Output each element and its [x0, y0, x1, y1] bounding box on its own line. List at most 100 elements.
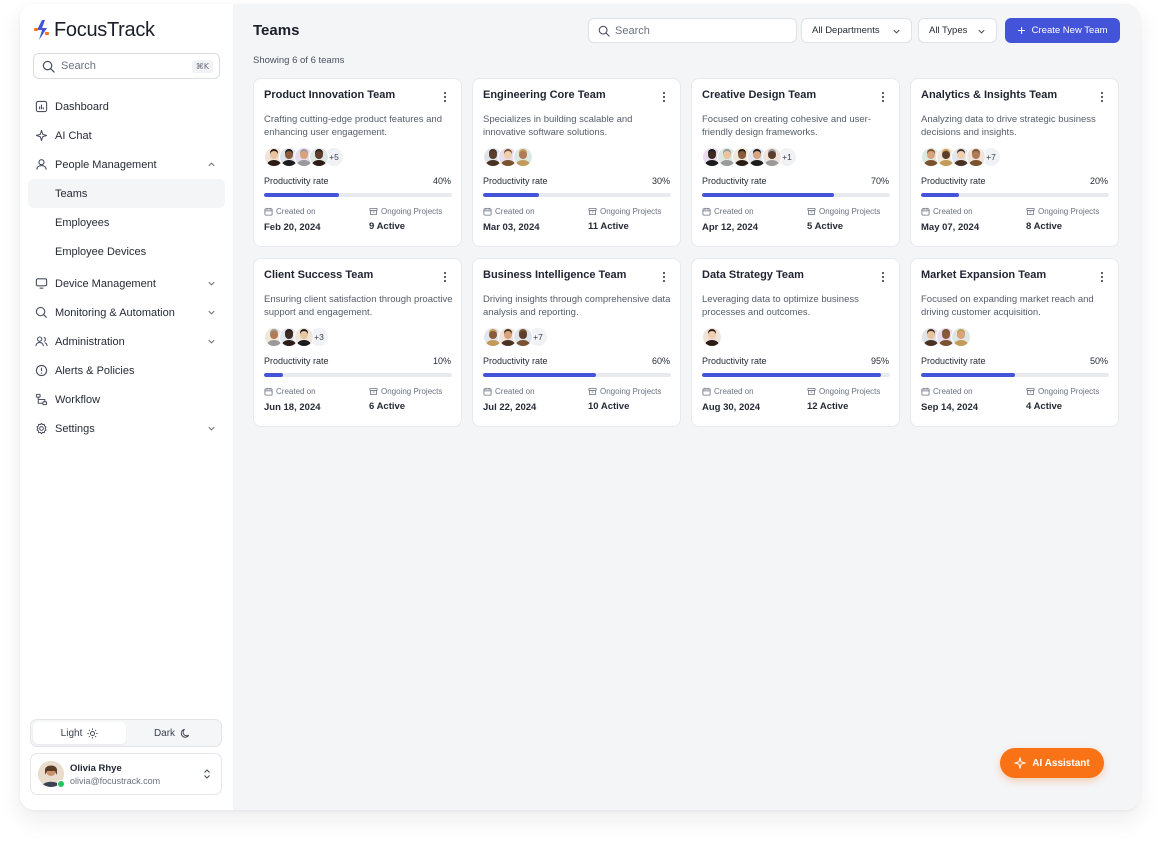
more-vertical-icon[interactable] — [877, 270, 889, 284]
member-avatar — [513, 327, 533, 347]
team-name: Business Intelligence Team — [483, 269, 627, 281]
member-avatars — [702, 326, 722, 348]
more-vertical-icon[interactable] — [658, 90, 670, 104]
sidebar-item-people-management[interactable]: People Management — [28, 150, 225, 179]
theme-dark-button[interactable]: Dark — [126, 722, 219, 744]
team-name: Client Success Team — [264, 269, 374, 281]
archive-icon — [588, 207, 597, 216]
sidebar-item-settings[interactable]: Settings — [28, 414, 225, 443]
productivity-value: 20% — [1089, 176, 1108, 186]
results-count: Showing 6 of 6 teams — [253, 55, 345, 66]
type-filter-dropdown[interactable]: All Types — [918, 18, 997, 43]
sidebar-subitem-employees[interactable]: Employees — [28, 208, 225, 237]
user-account-switcher[interactable]: Olivia Rhye olivia@focustrack.com — [30, 753, 222, 795]
projects-label: Ongoing Projects — [1038, 387, 1100, 396]
team-card[interactable]: Business Intelligence Team Driving insigh… — [472, 258, 681, 427]
sparkle-icon — [1014, 757, 1027, 769]
archive-icon — [1026, 207, 1035, 216]
team-card[interactable]: Analytics & Insights Team Analyzing data … — [910, 78, 1119, 247]
more-vertical-icon[interactable] — [439, 90, 451, 104]
more-vertical-icon[interactable] — [877, 90, 889, 104]
ongoing-projects: 10 Active — [588, 401, 630, 412]
team-card[interactable]: Engineering Core Team Specializes in buil… — [472, 78, 681, 247]
created-label: Created on — [933, 207, 973, 216]
sidebar-subitem-label: Teams — [55, 187, 88, 200]
productivity-bar-fill — [264, 193, 340, 197]
chevron-down-icon[interactable] — [207, 337, 216, 346]
productivity-bar-fill — [483, 193, 540, 197]
more-vertical-icon[interactable] — [439, 270, 451, 284]
create-new-team-button[interactable]: + Create New Team — [1005, 18, 1120, 43]
calendar-icon — [264, 387, 273, 396]
productivity-value: 70% — [870, 176, 889, 186]
theme-light-button[interactable]: Light — [33, 722, 126, 744]
create-button-label: Create New Team — [1031, 25, 1108, 36]
created-date: Jun 18, 2024 — [264, 402, 321, 413]
sidebar-item-label: Alerts & Policies — [55, 364, 135, 377]
sidebar-item-alerts-policies[interactable]: Alerts & Policies — [28, 356, 225, 385]
created-date: Sep 14, 2024 — [921, 402, 979, 413]
more-vertical-icon[interactable] — [1096, 270, 1108, 284]
created-date: Feb 20, 2024 — [264, 222, 321, 233]
productivity-value: 10% — [432, 356, 451, 366]
sidebar-item-label: AI Chat — [55, 129, 92, 142]
ongoing-projects: 8 Active — [1026, 221, 1063, 232]
productivity-bar-fill — [702, 193, 834, 197]
main-content: Teams Showing 6 of 6 teams Search All De… — [233, 4, 1140, 810]
department-filter-dropdown[interactable]: All Departments — [801, 18, 912, 43]
sidebar-subitem-employee-devices[interactable]: Employee Devices — [28, 237, 225, 266]
more-vertical-icon[interactable] — [1096, 90, 1108, 104]
sidebar-nav: Dashboard AI Chat People Management Team… — [28, 92, 225, 443]
sidebar-item-ai-chat[interactable]: AI Chat — [28, 121, 225, 150]
productivity-label: Productivity rate — [483, 176, 548, 186]
team-name: Product Innovation Team — [264, 89, 396, 101]
search-placeholder: Search — [61, 60, 96, 72]
member-avatars: +7 — [921, 146, 1001, 168]
ongoing-projects: 4 Active — [1026, 401, 1063, 412]
sidebar-subitem-label: Employee Devices — [55, 245, 147, 258]
team-card[interactable]: Data Strategy Team Leveraging data to opt… — [691, 258, 900, 427]
workflow-icon — [35, 393, 48, 406]
ongoing-projects: 9 Active — [369, 221, 406, 232]
user-icon — [36, 159, 47, 170]
productivity-bar-fill — [483, 373, 596, 377]
productivity-bar — [264, 193, 452, 197]
chevron-down-icon[interactable] — [207, 279, 216, 288]
calendar-icon — [702, 207, 711, 216]
projects-label: Ongoing Projects — [381, 207, 443, 216]
sidebar-subitem-teams[interactable]: Teams — [28, 179, 225, 208]
sidebar-item-workflow[interactable]: Workflow — [28, 385, 225, 414]
sidebar-search-input[interactable]: Search ⌘K — [33, 53, 220, 79]
productivity-bar-fill — [921, 193, 959, 197]
more-vertical-icon[interactable] — [658, 270, 670, 284]
logo[interactable]: FocusTrack — [33, 18, 155, 42]
chevron-down-icon[interactable] — [207, 308, 216, 317]
member-avatars: +7 — [483, 326, 548, 348]
team-card[interactable]: Market Expansion Team Focused on expandin… — [910, 258, 1119, 427]
ongoing-projects: 11 Active — [588, 221, 629, 232]
chevron-down-icon[interactable] — [207, 424, 216, 433]
sidebar-subitem-label: Employees — [55, 216, 110, 229]
team-card[interactable]: Product Innovation Team Crafting cutting-… — [253, 78, 462, 247]
plus-icon: + — [1017, 22, 1026, 38]
search-placeholder: Search — [615, 24, 650, 37]
logo-text: FocusTrack — [54, 18, 155, 41]
team-search-input[interactable]: Search — [588, 18, 797, 43]
chevron-up-icon[interactable] — [207, 160, 216, 169]
theme-light-label: Light — [60, 727, 83, 739]
productivity-label: Productivity rate — [264, 176, 329, 186]
projects-label: Ongoing Projects — [1038, 207, 1100, 216]
moon-icon — [180, 728, 190, 738]
sidebar-item-device-management[interactable]: Device Management — [28, 269, 225, 298]
team-card[interactable]: Client Success Team Ensuring client satis… — [253, 258, 462, 427]
team-name: Engineering Core Team — [483, 89, 606, 101]
sidebar-item-monitoring[interactable]: Monitoring & Automation — [28, 298, 225, 327]
sidebar-item-dashboard[interactable]: Dashboard — [28, 92, 225, 121]
created-label: Created on — [495, 387, 535, 396]
ai-assistant-button[interactable]: AI Assistant — [1000, 748, 1104, 778]
sidebar-item-administration[interactable]: Administration — [28, 327, 225, 356]
projects-label: Ongoing Projects — [819, 387, 881, 396]
member-avatar — [294, 327, 314, 347]
team-card[interactable]: Creative Design Team Focused on creating … — [691, 78, 900, 247]
search-icon — [598, 25, 610, 37]
